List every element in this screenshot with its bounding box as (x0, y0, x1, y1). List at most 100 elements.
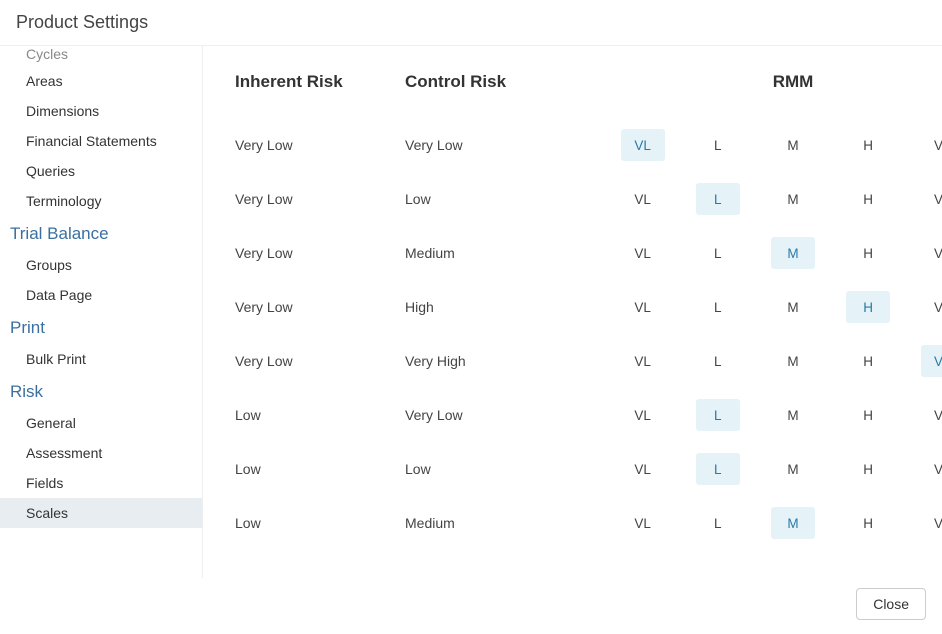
table-row: Very LowVery Low VL LMH VH (235, 118, 942, 172)
close-button[interactable]: Close (856, 588, 926, 620)
rmm-option-vh[interactable]: VH (921, 507, 942, 539)
table-row: LowVery Low VL LMH VH (235, 388, 942, 442)
cell-control: Medium (405, 245, 605, 261)
rmm-option-group: VL LMH VH (605, 291, 942, 323)
col-header-control: Control Risk (405, 72, 605, 92)
rmm-option-l[interactable]: L (696, 183, 740, 215)
sidebar-item-areas[interactable]: Areas (0, 66, 202, 96)
cell-control: Very High (405, 353, 605, 369)
sidebar-group-risk: Risk (0, 374, 202, 408)
table-row: LowMedium VL LMH VH (235, 496, 942, 550)
rmm-option-group: VL LMH VH (605, 453, 942, 485)
rmm-option-m[interactable]: M (771, 345, 815, 377)
rmm-option-vl[interactable]: VL (621, 453, 665, 485)
rmm-option-vl[interactable]: VL (621, 291, 665, 323)
rmm-option-vl[interactable]: VL (621, 507, 665, 539)
sidebar-item-general[interactable]: General (0, 408, 202, 438)
rmm-table: Inherent Risk Control Risk RMM Very LowV… (203, 46, 942, 570)
table-row: Very LowMedium VL LMH VH (235, 226, 942, 280)
sidebar-item-datapage[interactable]: Data Page (0, 280, 202, 310)
cell-control: Low (405, 191, 605, 207)
sidebar-item-bulkprint[interactable]: Bulk Print (0, 344, 202, 374)
rmm-option-vh[interactable]: VH (921, 237, 942, 269)
cell-control: Very Low (405, 137, 605, 153)
rmm-option-h[interactable]: H (846, 399, 890, 431)
cell-inherent: Very Low (235, 299, 405, 315)
rmm-option-h[interactable]: H (846, 129, 890, 161)
rmm-option-m[interactable]: M (771, 453, 815, 485)
table-row: Very LowHigh VL LMH VH (235, 280, 942, 334)
cell-inherent: Very Low (235, 245, 405, 261)
rmm-option-m[interactable]: M (771, 183, 815, 215)
rmm-option-vh[interactable]: VH (921, 453, 942, 485)
rmm-option-vl[interactable]: VL (621, 345, 665, 377)
rmm-option-m[interactable]: M (771, 507, 815, 539)
rmm-option-l[interactable]: L (696, 399, 740, 431)
sidebar-spacer-bottom (0, 528, 202, 578)
rmm-option-vl[interactable]: VL (621, 237, 665, 269)
cell-inherent: Very Low (235, 137, 405, 153)
cell-inherent: Low (235, 407, 405, 423)
rmm-option-vh[interactable]: VH (921, 399, 942, 431)
rmm-option-vl[interactable]: VL (621, 129, 665, 161)
dialog-body: Cycles AreasDimensionsFinancial Statemen… (0, 46, 942, 578)
cell-control: Medium (405, 515, 605, 531)
cell-control: Low (405, 461, 605, 477)
rmm-option-m[interactable]: M (771, 399, 815, 431)
table-header-row: Inherent Risk Control Risk RMM (235, 72, 942, 92)
rmm-option-l[interactable]: L (696, 507, 740, 539)
rmm-option-l[interactable]: L (696, 453, 740, 485)
sidebar-item-assessment[interactable]: Assessment (0, 438, 202, 468)
rmm-option-l[interactable]: L (696, 291, 740, 323)
cell-control: Very Low (405, 407, 605, 423)
main-panel: Inherent Risk Control Risk RMM Very LowV… (203, 46, 942, 578)
rmm-option-h[interactable]: H (846, 345, 890, 377)
col-header-rmm: RMM (605, 72, 942, 92)
cell-inherent: Very Low (235, 191, 405, 207)
rmm-option-h[interactable]: H (846, 507, 890, 539)
rmm-option-group: VL LMH VH (605, 345, 942, 377)
cell-inherent: Very Low (235, 353, 405, 369)
sidebar[interactable]: Cycles AreasDimensionsFinancial Statemen… (0, 46, 203, 578)
sidebar-item-dimensions[interactable]: Dimensions (0, 96, 202, 126)
rmm-option-group: VL LMH VH (605, 507, 942, 539)
rmm-option-m[interactable]: M (771, 237, 815, 269)
rmm-option-l[interactable]: L (696, 237, 740, 269)
cell-control: High (405, 299, 605, 315)
dialog-footer: Close (0, 578, 942, 634)
rmm-option-group: VL LMH VH (605, 399, 942, 431)
rmm-option-m[interactable]: M (771, 129, 815, 161)
sidebar-group-print: Print (0, 310, 202, 344)
rmm-option-group: VL LMH VH (605, 237, 942, 269)
rmm-option-vh[interactable]: VH (921, 183, 942, 215)
rmm-option-vl[interactable]: VL (621, 183, 665, 215)
rmm-option-group: VL LMH VH (605, 183, 942, 215)
rmm-option-vh[interactable]: VH (921, 345, 942, 377)
sidebar-item-queries[interactable]: Queries (0, 156, 202, 186)
rmm-option-group: VL LMH VH (605, 129, 942, 161)
main-scroll-area[interactable]: Inherent Risk Control Risk RMM Very LowV… (203, 46, 942, 578)
product-settings-dialog: Product Settings Cycles AreasDimensionsF… (0, 0, 942, 634)
cell-inherent: Low (235, 515, 405, 531)
sidebar-item-cycles[interactable]: Cycles (0, 46, 202, 66)
rmm-option-l[interactable]: L (696, 345, 740, 377)
col-header-inherent: Inherent Risk (235, 72, 405, 92)
table-row: Very LowVery High VL LMH VH (235, 334, 942, 388)
rmm-option-h[interactable]: H (846, 291, 890, 323)
sidebar-item-groups[interactable]: Groups (0, 250, 202, 280)
rmm-option-h[interactable]: H (846, 237, 890, 269)
sidebar-group-trial_balance: Trial Balance (0, 216, 202, 250)
cell-inherent: Low (235, 461, 405, 477)
rmm-option-m[interactable]: M (771, 291, 815, 323)
rmm-option-h[interactable]: H (846, 183, 890, 215)
rmm-option-vh[interactable]: VH (921, 291, 942, 323)
sidebar-item-terminology[interactable]: Terminology (0, 186, 202, 216)
sidebar-item-fields[interactable]: Fields (0, 468, 202, 498)
sidebar-item-scales[interactable]: Scales (0, 498, 202, 528)
rmm-option-vl[interactable]: VL (621, 399, 665, 431)
rmm-option-h[interactable]: H (846, 453, 890, 485)
rmm-option-l[interactable]: L (696, 129, 740, 161)
table-row: Very LowLow VL LMH VH (235, 172, 942, 226)
sidebar-item-fin[interactable]: Financial Statements (0, 126, 202, 156)
rmm-option-vh[interactable]: VH (921, 129, 942, 161)
